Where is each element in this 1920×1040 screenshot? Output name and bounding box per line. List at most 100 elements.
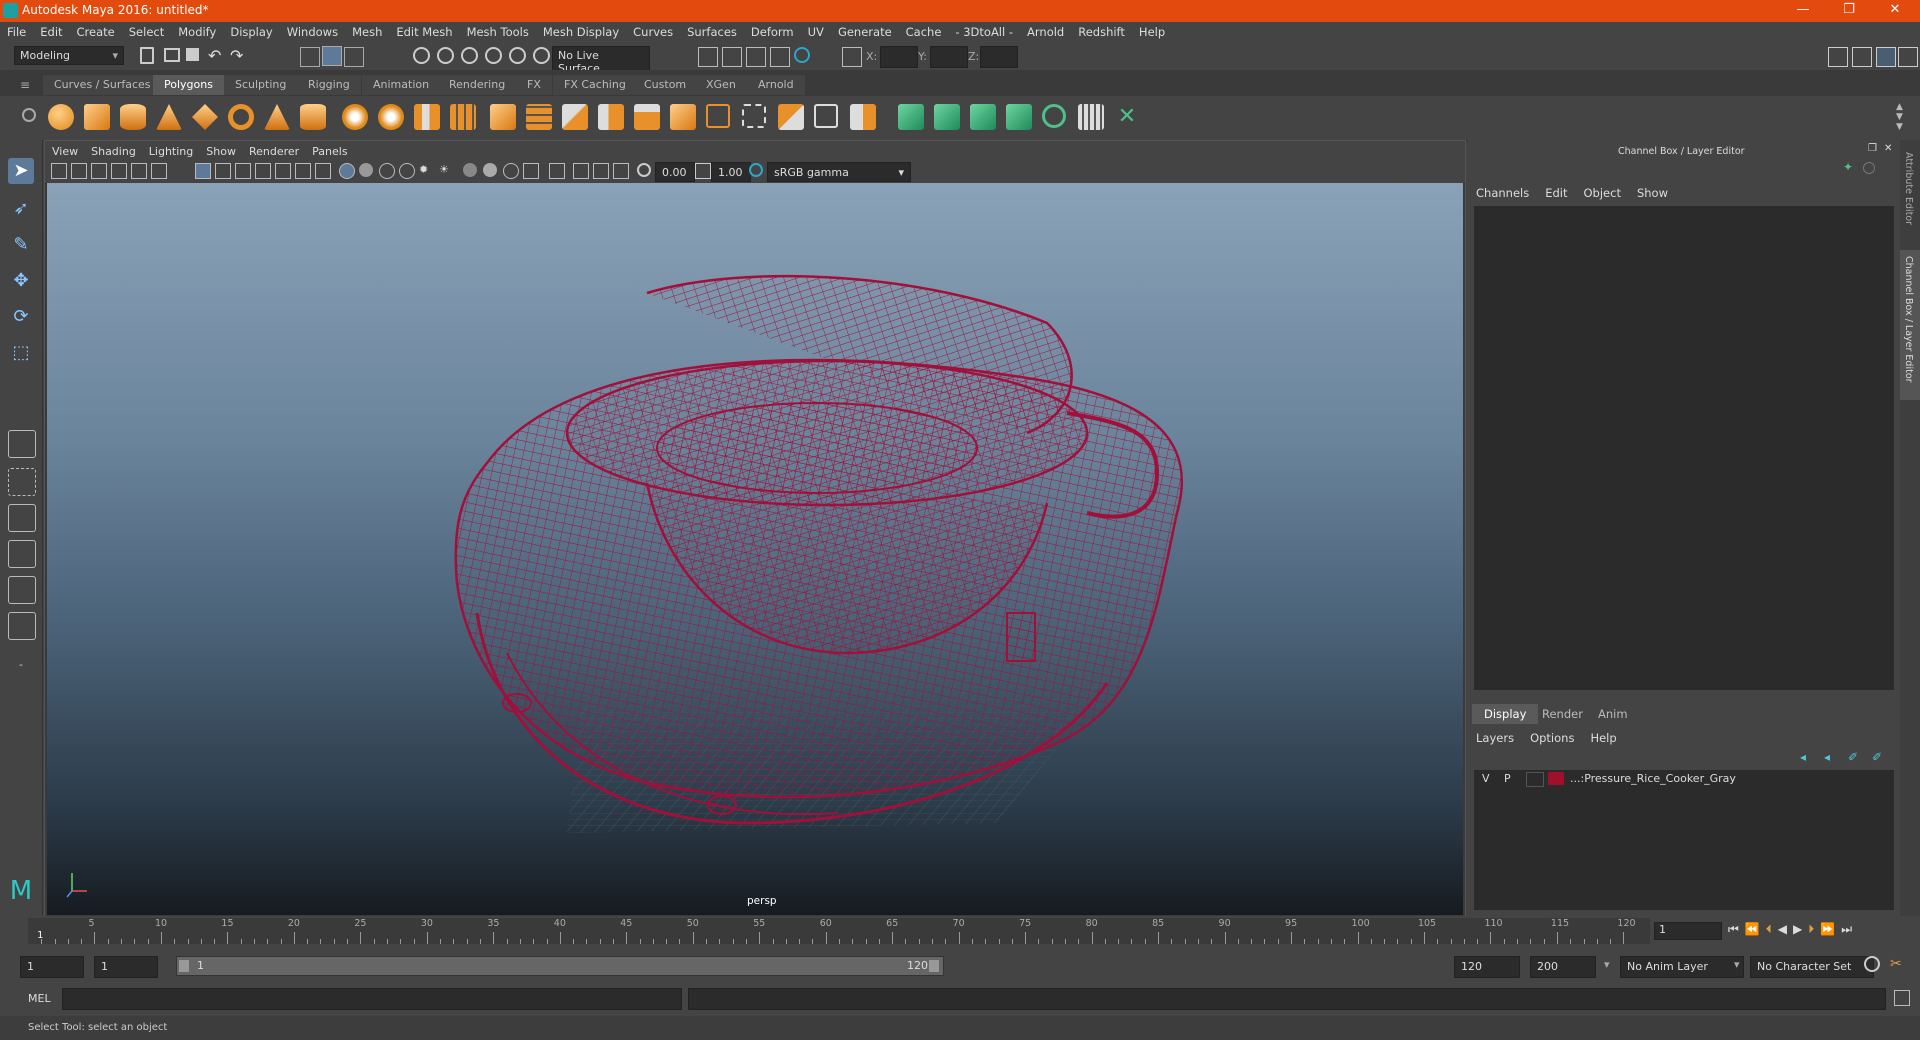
combine-icon[interactable] xyxy=(342,104,368,130)
range-start-handle[interactable] xyxy=(179,960,189,972)
input-mode-icon[interactable] xyxy=(842,47,862,67)
menu-select[interactable]: Select xyxy=(122,22,171,39)
range-bar[interactable]: 1 120 xyxy=(176,956,944,976)
gamma-icon[interactable] xyxy=(695,163,711,179)
viewport-menu-renderer[interactable]: Renderer xyxy=(242,141,305,158)
grid-toggle-icon[interactable] xyxy=(195,163,211,179)
redo-icon[interactable]: ↷ xyxy=(230,46,248,65)
script-editor-icon[interactable] xyxy=(1894,990,1910,1006)
menu-deform[interactable]: Deform xyxy=(744,22,801,39)
cb-menu-channels[interactable]: Channels xyxy=(1468,182,1537,200)
command-language-label[interactable]: MEL xyxy=(28,992,51,1005)
append-polygon-icon[interactable] xyxy=(670,104,696,130)
go-to-start-icon[interactable]: ⏮ xyxy=(1728,922,1745,936)
tab-display[interactable]: Display xyxy=(1472,704,1539,724)
tab-custom[interactable]: Custom xyxy=(633,75,698,95)
layer-row[interactable]: V P ...:Pressure_Rice_Cooker_Gray xyxy=(1474,770,1894,788)
animation-end-field[interactable]: 200 xyxy=(1530,956,1596,978)
poly-sphere-icon[interactable] xyxy=(48,104,74,130)
scale-tool-icon[interactable]: ⬚ xyxy=(8,340,34,366)
time-ruler[interactable]: 1 5 10 15 20 25 30 35 40 45 50 55 60 65 70 75 80 85 90 95 10… xyxy=(28,918,1650,944)
bevel-icon[interactable] xyxy=(526,104,552,130)
select-object-icon[interactable] xyxy=(322,46,342,66)
step-back-frame-icon[interactable]: ⏴ xyxy=(1766,922,1778,936)
multisample-aa-icon[interactable] xyxy=(503,163,519,179)
uv-automatic-icon[interactable] xyxy=(1006,104,1032,130)
menu-create[interactable]: Create xyxy=(70,22,122,39)
gamma-field[interactable]: 1.00 xyxy=(711,162,751,182)
layer-playback-toggle[interactable]: P xyxy=(1504,772,1511,785)
layout-more-icon[interactable]: - xyxy=(8,652,34,678)
select-component-icon[interactable] xyxy=(344,47,364,67)
poly-torus-icon[interactable] xyxy=(228,104,254,130)
tab-curves-surfaces[interactable]: Curves / Surfaces xyxy=(43,75,162,95)
uv-unfold-icon[interactable] xyxy=(1042,104,1066,128)
offset-edge-loop-icon[interactable] xyxy=(742,104,766,128)
close-button[interactable]: ✕ xyxy=(1872,0,1918,22)
wireframe-icon[interactable] xyxy=(339,163,355,179)
play-forward-icon[interactable]: ▶ xyxy=(1793,922,1808,936)
tab-rendering[interactable]: Rendering xyxy=(438,75,517,95)
cb-menu-object[interactable]: Object xyxy=(1576,182,1629,200)
open-scene-icon[interactable] xyxy=(164,48,180,62)
mode-dropdown[interactable]: Modeling ▾ xyxy=(14,46,124,65)
poly-cone-icon[interactable] xyxy=(156,104,182,130)
tab-polygons[interactable]: Polygons xyxy=(153,75,224,95)
shadows-icon[interactable]: ☀ xyxy=(439,163,453,177)
layer-menu-help[interactable]: Help xyxy=(1582,728,1624,745)
exposure-field[interactable]: 0.00 xyxy=(655,162,695,182)
z-field[interactable] xyxy=(980,46,1018,68)
float-panel-icon[interactable]: ❐ xyxy=(1868,143,1877,154)
ambient-occlusion-icon[interactable] xyxy=(463,163,477,177)
layer-type-toggle[interactable] xyxy=(1526,772,1544,787)
layout-outliner-icon[interactable] xyxy=(8,540,36,568)
render-frame-icon[interactable] xyxy=(698,47,718,67)
toggle-tool-settings-icon[interactable] xyxy=(1898,47,1918,67)
bookmark-icon[interactable] xyxy=(91,163,107,179)
viewport-menu-lighting[interactable]: Lighting xyxy=(142,141,199,158)
menu-edit[interactable]: Edit xyxy=(33,22,69,39)
close-panel-icon[interactable]: ✕ xyxy=(1884,143,1892,154)
field-chart-icon[interactable] xyxy=(275,163,291,179)
move-layer-up-icon[interactable]: ◂ xyxy=(1800,750,1806,764)
layer-color-swatch[interactable] xyxy=(1548,772,1564,785)
x-field[interactable] xyxy=(880,46,918,68)
menu-arnold[interactable]: Arnold xyxy=(1020,22,1071,39)
toggle-attribute-editor-icon[interactable] xyxy=(1852,47,1872,67)
extract-icon[interactable] xyxy=(414,104,440,130)
go-to-end-icon[interactable]: ⏭ xyxy=(1841,922,1858,936)
render-view-icon[interactable] xyxy=(722,47,742,67)
color-management-icon[interactable] xyxy=(749,163,763,177)
snap-point-icon[interactable] xyxy=(461,47,478,64)
menu-cache[interactable]: Cache xyxy=(899,22,949,39)
uv-sew-icon[interactable]: ✕ xyxy=(1114,104,1140,130)
new-scene-icon[interactable] xyxy=(140,47,154,64)
select-hierarchy-icon[interactable] xyxy=(300,47,320,67)
last-tool-icon[interactable] xyxy=(8,430,36,458)
wireframe-on-shaded-icon[interactable] xyxy=(379,163,395,179)
motion-blur-icon[interactable] xyxy=(483,163,497,177)
chevron-down-icon[interactable]: ▾ xyxy=(1734,958,1740,971)
menu-3dtoall[interactable]: - 3DtoAll - xyxy=(948,22,1020,39)
viewport-menu-panels[interactable]: Panels xyxy=(305,141,353,158)
layout-uv-icon[interactable] xyxy=(8,612,36,640)
poly-cube-icon[interactable] xyxy=(84,104,110,130)
viewport-menu-show[interactable]: Show xyxy=(199,141,242,158)
y-field[interactable] xyxy=(930,46,968,68)
fill-hole-icon[interactable] xyxy=(850,104,876,130)
lasso-tool-icon[interactable]: ➶ xyxy=(8,196,34,222)
shelf-menu-icon[interactable]: ≡ xyxy=(20,78,30,92)
layout-two-view-icon[interactable] xyxy=(8,504,36,532)
multi-cut-icon[interactable] xyxy=(562,104,588,130)
image-plane-icon[interactable] xyxy=(111,163,127,179)
menu-help[interactable]: Help xyxy=(1132,22,1172,39)
menu-mesh-tools[interactable]: Mesh Tools xyxy=(460,22,536,39)
bridge-icon[interactable] xyxy=(634,104,660,130)
select-tool-icon[interactable]: ➤ xyxy=(8,158,34,184)
tab-anim[interactable]: Anim xyxy=(1586,704,1640,724)
layout-four-view-icon[interactable] xyxy=(8,468,36,496)
command-input[interactable] xyxy=(62,988,682,1010)
layer-visibility-toggle[interactable]: V xyxy=(1482,772,1490,785)
shelf-options-icon[interactable] xyxy=(22,108,36,122)
rotate-tool-icon[interactable]: ⟳ xyxy=(8,304,34,330)
